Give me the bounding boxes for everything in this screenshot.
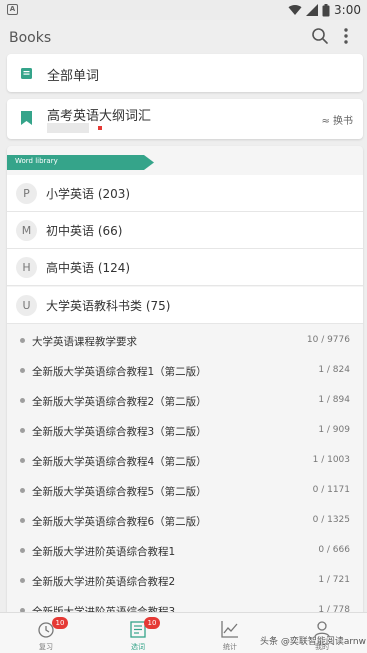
list-item[interactable]: 全新版大学英语综合教程3（第二版） 1 / 909 bbox=[7, 416, 363, 446]
bullet-icon bbox=[20, 578, 25, 583]
status-bar: A 3:00 bbox=[0, 0, 367, 20]
book-progress: 1 / 721 bbox=[318, 575, 350, 585]
tab-statistics[interactable]: 统计 bbox=[184, 613, 276, 653]
bullet-icon bbox=[20, 398, 25, 403]
book-name: 全新版大学英语综合教程2（第二版） bbox=[32, 396, 207, 408]
book-name: 全新版大学英语综合教程5（第二版） bbox=[32, 486, 207, 498]
list-item[interactable]: 全新版大学英语综合教程4（第二版） 1 / 1003 bbox=[7, 446, 363, 476]
book-progress: 1 / 894 bbox=[318, 395, 350, 405]
book-progress: 0 / 666 bbox=[318, 545, 350, 555]
tab-review[interactable]: 10 复习 bbox=[0, 613, 92, 653]
book-name: 全新版大学英语综合教程3（第二版） bbox=[32, 426, 207, 438]
status-time: 3:00 bbox=[334, 3, 361, 17]
bullet-icon bbox=[20, 488, 25, 493]
wifi-icon bbox=[288, 4, 302, 15]
list-item[interactable]: 大学英语课程教学要求 10 / 9776 bbox=[7, 326, 363, 356]
select-words-badge: 10 bbox=[144, 617, 160, 629]
bullet-icon bbox=[20, 338, 25, 343]
book-progress: 0 / 1325 bbox=[312, 515, 350, 525]
all-words-label: 全部单词 bbox=[47, 69, 100, 84]
category-letter: M bbox=[16, 220, 37, 241]
category-high[interactable]: H 高中英语 (124) bbox=[7, 249, 363, 286]
category-name: 小学英语 (203) bbox=[46, 187, 131, 201]
page-title: Books bbox=[9, 30, 52, 46]
category-letter: P bbox=[16, 183, 37, 204]
current-book-name: 高考英语大纲词汇 bbox=[47, 109, 152, 124]
book-progress-placeholder bbox=[47, 123, 89, 133]
search-icon[interactable] bbox=[311, 27, 329, 45]
book-name: 全新版大学进阶英语综合教程1 bbox=[32, 546, 176, 558]
category-letter: U bbox=[16, 295, 37, 316]
book-progress: 10 / 9776 bbox=[306, 335, 350, 345]
status-icons: 3:00 bbox=[288, 2, 361, 18]
bullet-icon bbox=[20, 428, 25, 433]
category-university[interactable]: U 大学英语教科书类 (75) bbox=[7, 287, 363, 324]
bullet-icon bbox=[20, 518, 25, 523]
word-library-label: Word library bbox=[15, 157, 58, 165]
notification-app-icon: A bbox=[7, 4, 18, 15]
book-name: 大学英语课程教学要求 bbox=[32, 336, 137, 348]
signal-icon bbox=[306, 4, 319, 16]
bullet-icon bbox=[20, 548, 25, 553]
list-item[interactable]: 全新版大学英语综合教程6（第二版） 0 / 1325 bbox=[7, 506, 363, 536]
list-item[interactable]: 全新版大学英语综合教程5（第二版） 0 / 1171 bbox=[7, 476, 363, 506]
book-progress: 1 / 1003 bbox=[312, 455, 350, 465]
book-name: 全新版大学英语综合教程4（第二版） bbox=[32, 456, 207, 468]
line-chart-icon bbox=[221, 621, 238, 638]
book-progress: 1 / 824 bbox=[318, 365, 350, 375]
tab-select-words[interactable]: 10 选词 bbox=[92, 613, 184, 653]
list-item[interactable]: 全新版大学英语综合教程2（第二版） 1 / 894 bbox=[7, 386, 363, 416]
book-progress: 0 / 1171 bbox=[312, 485, 350, 495]
book-name: 全新版大学进阶英语综合教程2 bbox=[32, 576, 176, 588]
word-library: Word library P 小学英语 (203) M 初中英语 (66) H … bbox=[7, 146, 363, 626]
tab-profile[interactable]: 我的 bbox=[276, 613, 367, 653]
switch-book-button[interactable]: ≈ 换书 bbox=[321, 112, 353, 127]
book-progress: 1 / 909 bbox=[318, 425, 350, 435]
list-item[interactable]: 全新版大学进阶英语综合教程1 0 / 666 bbox=[7, 536, 363, 566]
category-middle[interactable]: M 初中英语 (66) bbox=[7, 212, 363, 249]
review-badge: 10 bbox=[52, 617, 68, 629]
bullet-icon bbox=[20, 458, 25, 463]
book-icon bbox=[21, 68, 32, 79]
watermark: 头条 @奕联智能阅读arnw bbox=[260, 637, 366, 647]
current-book-card[interactable]: 高考英语大纲词汇 ≈ 换书 bbox=[7, 99, 363, 139]
book-name: 全新版大学英语综合教程6（第二版） bbox=[32, 516, 207, 528]
category-name: 高中英语 (124) bbox=[46, 261, 131, 275]
bookmark-icon bbox=[21, 111, 32, 125]
list-item[interactable]: 全新版大学进阶英语综合教程2 1 / 721 bbox=[7, 566, 363, 596]
category-name: 大学英语教科书类 (75) bbox=[46, 299, 171, 313]
book-name: 全新版大学英语综合教程1（第二版） bbox=[32, 366, 207, 378]
more-options-icon[interactable] bbox=[337, 26, 355, 46]
battery-icon bbox=[322, 3, 330, 16]
category-primary[interactable]: P 小学英语 (203) bbox=[7, 175, 363, 212]
progress-indicator bbox=[98, 126, 102, 130]
tab-label: 选词 bbox=[131, 643, 145, 651]
app-bar: Books bbox=[0, 20, 367, 56]
bullet-icon bbox=[20, 368, 25, 373]
category-letter: H bbox=[16, 257, 37, 278]
category-name: 初中英语 (66) bbox=[46, 224, 123, 238]
tab-label: 复习 bbox=[39, 643, 53, 651]
all-words-card[interactable]: 全部单词 bbox=[7, 54, 363, 92]
list-item[interactable]: 全新版大学英语综合教程1（第二版） 1 / 824 bbox=[7, 356, 363, 386]
